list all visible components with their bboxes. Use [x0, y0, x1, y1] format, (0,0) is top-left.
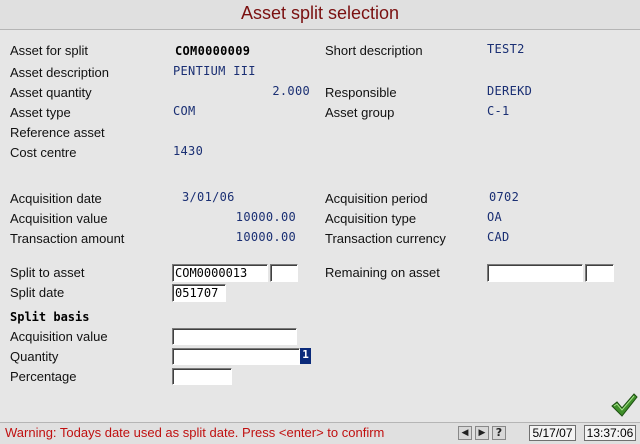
window-title: Asset split selection [240, 3, 400, 23]
asset-for-split-label: Asset for split [10, 43, 89, 58]
split-acquisition-value-input[interactable] [172, 328, 297, 345]
checkmark-icon[interactable] [610, 392, 638, 418]
short-description-label: Short description [325, 43, 423, 58]
remaining-on-asset-input[interactable] [487, 264, 583, 282]
acquisition-date-label: Acquisition date [10, 191, 102, 206]
percentage-label: Percentage [10, 369, 77, 384]
reference-asset-label: Reference asset [10, 125, 105, 140]
transaction-amount-label: Transaction amount [10, 231, 125, 246]
remaining-on-asset-suffix-input[interactable] [585, 264, 614, 282]
text-cursor: 1 [300, 348, 311, 364]
cost-centre-value: 1430 [173, 144, 204, 158]
transaction-currency-label: Transaction currency [325, 231, 446, 246]
acquisition-type-label: Acquisition type [325, 211, 417, 226]
status-time: 13:37:06 [584, 425, 636, 441]
status-date: 5/17/07 [529, 425, 576, 441]
transaction-currency-value: CAD [487, 230, 510, 244]
asset-for-split-value: COM0000009 [175, 44, 251, 58]
asset-type-value: COM [173, 104, 196, 118]
acquisition-value-label: Acquisition value [10, 211, 108, 226]
acquisition-period-label: Acquisition period [325, 191, 428, 206]
percentage-input[interactable] [172, 368, 232, 385]
asset-quantity-value: 2.000 [272, 84, 310, 98]
asset-quantity-label: Asset quantity [10, 85, 92, 100]
split-to-asset-input[interactable]: COM0000013 [172, 264, 268, 282]
cost-centre-label: Cost centre [10, 145, 77, 160]
split-date-input[interactable]: 051707 [172, 284, 226, 302]
acquisition-date-value: 3/01/06 [182, 190, 235, 204]
asset-group-value: C-1 [487, 104, 510, 118]
title-bar: Asset split selection [0, 0, 640, 30]
quantity-label: Quantity [10, 349, 59, 364]
responsible-label: Responsible [325, 85, 397, 100]
split-acquisition-value-label: Acquisition value [10, 329, 108, 344]
previous-arrow-icon[interactable]: ◀ [458, 426, 472, 440]
next-arrow-icon[interactable]: ▶ [475, 426, 489, 440]
asset-description-value: PENTIUM III [173, 64, 256, 78]
acquisition-type-value: OA [487, 210, 503, 224]
acquisition-period-value: 0702 [489, 190, 520, 204]
help-icon[interactable]: ? [492, 426, 506, 440]
warning-message: Warning: Todays date used as split date.… [5, 425, 385, 440]
acquisition-value-value: 10000.00 [235, 210, 296, 224]
quantity-input[interactable] [172, 348, 300, 365]
asset-type-label: Asset type [10, 105, 71, 120]
split-to-asset-suffix-input[interactable] [270, 264, 298, 282]
remaining-on-asset-label: Remaining on asset [325, 265, 440, 280]
split-basis-heading: Split basis [10, 310, 90, 324]
asset-group-label: Asset group [325, 105, 395, 120]
split-date-label: Split date [10, 285, 65, 300]
transaction-amount-value: 10000.00 [235, 230, 296, 244]
responsible-value: DEREKD [487, 84, 533, 98]
split-to-asset-label: Split to asset [10, 265, 85, 280]
asset-description-label: Asset description [10, 65, 109, 80]
short-description-value: TEST2 [487, 42, 525, 56]
